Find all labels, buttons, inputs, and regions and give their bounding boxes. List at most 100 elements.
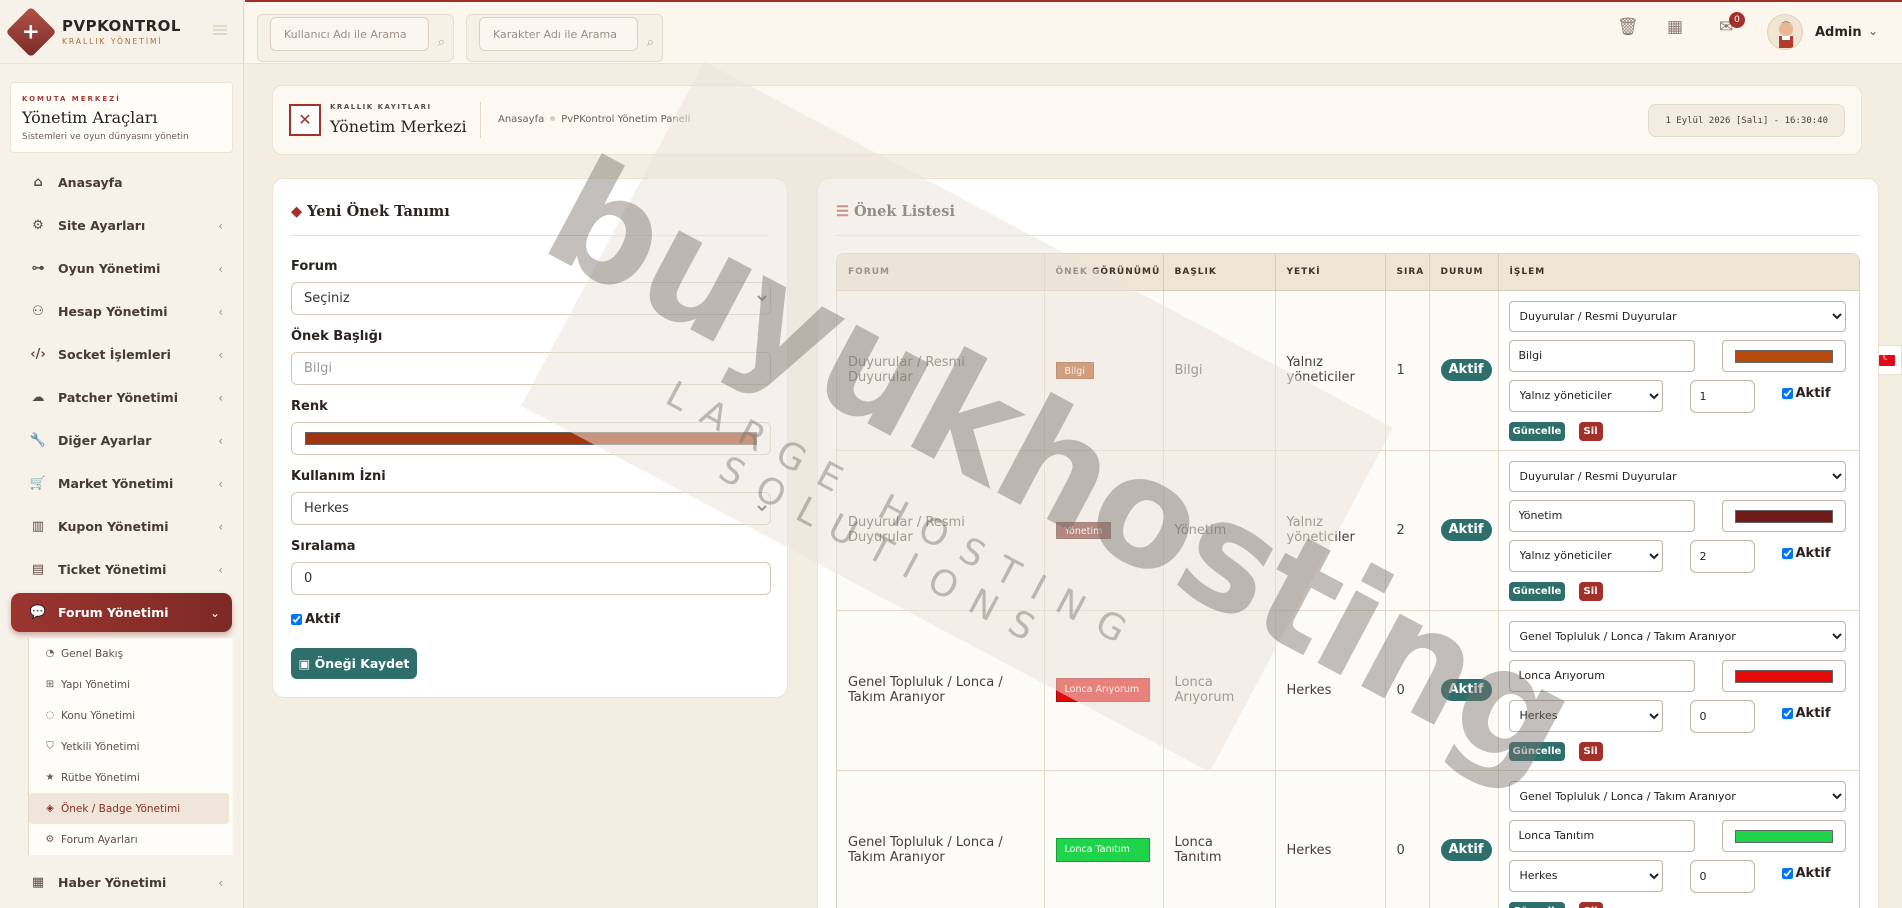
sidebar-item-diger-ayarlar[interactable]: 🔧 Diğer Ayarlar ‹ bbox=[0, 419, 243, 462]
badge-cell: Bilgi bbox=[1044, 290, 1164, 451]
column-header[interactable]: İŞLEM bbox=[1498, 254, 1859, 291]
row-active-checkbox[interactable] bbox=[1781, 867, 1793, 879]
column-header[interactable]: DURUM bbox=[1429, 254, 1499, 291]
row-color-picker[interactable] bbox=[1721, 339, 1846, 372]
sidebar-item-haber-yonetimi[interactable]: ▦ Haber Yönetimi ‹ bbox=[0, 861, 243, 904]
row-active-checkbox-wrap[interactable]: Aktif bbox=[1781, 545, 1831, 561]
subnav-yapi-yonetimi[interactable]: ⊞ Yapı Yönetimi bbox=[29, 669, 233, 700]
prefix-title-label: Önek Başlığı bbox=[291, 329, 383, 344]
row-order-input[interactable] bbox=[1689, 379, 1755, 413]
update-button[interactable]: Güncelle bbox=[1508, 901, 1566, 908]
row-order-input[interactable] bbox=[1689, 859, 1755, 893]
row-color-picker[interactable] bbox=[1721, 499, 1846, 532]
column-header[interactable]: SIRA bbox=[1385, 254, 1430, 291]
trash-icon[interactable]: 🗑 bbox=[1617, 17, 1639, 37]
subnav-label: Yapı Yönetimi bbox=[61, 678, 131, 691]
row-order-input[interactable] bbox=[1689, 539, 1755, 573]
close-icon[interactable]: ✕ bbox=[289, 104, 321, 136]
sidebar-item-socket-islemleri[interactable]: ‹/› Socket İşlemleri ‹ bbox=[0, 333, 243, 376]
row-color-picker[interactable] bbox=[1721, 659, 1846, 692]
user-search-input[interactable] bbox=[270, 17, 429, 51]
table-row: Genel Topluluk / Lonca / Takım Aranıyor … bbox=[837, 770, 1859, 908]
row-active-checkbox[interactable] bbox=[1781, 547, 1793, 559]
chevron-down-icon[interactable]: ⌄ bbox=[1868, 24, 1878, 38]
subnav-rutbe-yonetimi[interactable]: ★ Rütbe Yönetimi bbox=[29, 762, 233, 793]
forum-cell: Genel Topluluk / Lonca / Takım Aranıyor bbox=[837, 770, 1045, 908]
subnav-yetkili-yonetimi[interactable]: ⛉ Yetkili Yönetimi bbox=[29, 731, 233, 762]
order-input[interactable] bbox=[291, 562, 771, 595]
brand-subtitle: KRALLIK YÖNETİMİ bbox=[62, 37, 163, 46]
row-active-checkbox[interactable] bbox=[1781, 387, 1793, 399]
active-checkbox-wrap[interactable]: Aktif bbox=[291, 612, 340, 627]
row-title-input[interactable] bbox=[1508, 499, 1695, 532]
admin-name[interactable]: Admin bbox=[1815, 25, 1862, 40]
save-prefix-button[interactable]: ▣ Öneği Kaydet bbox=[291, 648, 417, 679]
row-forum-select[interactable]: Duyurular / Resmi Duyurular bbox=[1508, 460, 1846, 492]
delete-button[interactable]: Sil bbox=[1578, 581, 1603, 601]
color-picker[interactable] bbox=[291, 422, 771, 455]
row-active-checkbox-wrap[interactable]: Aktif bbox=[1781, 866, 1831, 881]
row-title-input[interactable] bbox=[1508, 339, 1695, 372]
character-search-input[interactable] bbox=[479, 17, 638, 51]
prefix-badge: Yönetim bbox=[1055, 521, 1112, 539]
sidebar-item-kupon-yonetimi[interactable]: ▥ Kupon Yönetimi ‹ bbox=[0, 505, 243, 548]
breadcrumb: Anasayfa PvPKontrol Yönetim Paneli bbox=[498, 114, 690, 125]
row-permission-select[interactable]: Yalnız yöneticiler bbox=[1508, 379, 1663, 412]
brand[interactable]: + PVPKONTROL KRALLIK YÖNETİMİ bbox=[0, 0, 243, 64]
cloud-icon: ☁ bbox=[31, 390, 45, 405]
sidebar-item-site-ayarlari[interactable]: ⚙ Site Ayarları ‹ bbox=[0, 204, 243, 247]
search-icon[interactable]: ⌕ bbox=[647, 35, 654, 50]
forum-select[interactable]: Seçiniz bbox=[291, 282, 771, 315]
row-active-checkbox-wrap[interactable]: Aktif bbox=[1781, 385, 1831, 401]
active-checkbox[interactable] bbox=[291, 614, 302, 625]
subnav-forum-ayarlari[interactable]: ⚙ Forum Ayarları bbox=[29, 824, 233, 855]
delete-button[interactable]: Sil bbox=[1578, 901, 1603, 908]
row-permission-select[interactable]: Yalnız yöneticiler bbox=[1508, 539, 1663, 572]
sidebar-item-oyun-yonetimi[interactable]: ⊶ Oyun Yönetimi ‹ bbox=[0, 247, 243, 290]
row-title-input[interactable] bbox=[1508, 659, 1695, 692]
sidebar-item-market-yonetimi[interactable]: 🛒 Market Yönetimi ‹ bbox=[0, 462, 243, 505]
chevron-left-icon: ‹ bbox=[218, 875, 223, 890]
prefix-title: Yönetim bbox=[1174, 522, 1227, 538]
permission-select[interactable]: Herkes bbox=[291, 492, 771, 525]
sidebar-item-ticket-yonetimi[interactable]: ▤ Ticket Yönetimi ‹ bbox=[0, 548, 243, 591]
row-order-input[interactable] bbox=[1689, 699, 1755, 733]
row-title-input[interactable] bbox=[1508, 819, 1695, 852]
breadcrumb-home[interactable]: Anasayfa bbox=[498, 114, 544, 125]
update-button[interactable]: Güncelle bbox=[1508, 421, 1566, 441]
avatar[interactable] bbox=[1767, 14, 1803, 50]
calendar-icon[interactable]: ▦ bbox=[1667, 17, 1683, 37]
sidebar-item-patcher-yonetimi[interactable]: ☁ Patcher Yönetimi ‹ bbox=[0, 376, 243, 419]
row-active-label: Aktif bbox=[1795, 545, 1831, 561]
order-text: 0 bbox=[1396, 842, 1405, 858]
column-header[interactable]: FORUM bbox=[837, 254, 1045, 291]
subnav-onek-badge-yonetimi[interactable]: ◈ Önek / Badge Yönetimi bbox=[29, 793, 229, 824]
update-button[interactable]: Güncelle bbox=[1508, 581, 1566, 601]
status-cell: Aktif bbox=[1429, 610, 1499, 771]
prefix-title-input[interactable] bbox=[291, 352, 771, 385]
row-permission-select[interactable]: Herkes bbox=[1508, 859, 1663, 892]
row-forum-select[interactable]: Duyurular / Resmi Duyurular bbox=[1508, 300, 1846, 332]
subnav-konu-yonetimi[interactable]: ◌ Konu Yönetimi bbox=[29, 700, 233, 731]
operations-cell: Genel Topluluk / Lonca / Takım Aranıyor … bbox=[1498, 610, 1859, 771]
column-header[interactable]: BAŞLIK bbox=[1163, 254, 1276, 291]
column-header[interactable]: ÖNEK GÖRÜNÜMÜ bbox=[1044, 254, 1164, 291]
subnav-genel-bakis[interactable]: ◔ Genel Bakış bbox=[29, 638, 233, 669]
row-color-picker[interactable] bbox=[1721, 819, 1846, 852]
row-active-checkbox-wrap[interactable]: Aktif bbox=[1781, 706, 1831, 721]
row-forum-select[interactable]: Genel Topluluk / Lonca / Takım Aranıyor bbox=[1508, 780, 1846, 812]
sidebar-item-forum-yonetimi[interactable]: 💬 Forum Yönetimi ⌄ bbox=[11, 593, 232, 632]
delete-button[interactable]: Sil bbox=[1578, 741, 1603, 761]
row-forum-select[interactable]: Genel Topluluk / Lonca / Takım Aranıyor bbox=[1508, 620, 1846, 652]
row-active-checkbox[interactable] bbox=[1781, 707, 1793, 719]
update-button[interactable]: Güncelle bbox=[1508, 741, 1566, 761]
delete-button[interactable]: Sil bbox=[1578, 421, 1603, 441]
search-icon[interactable]: ⌕ bbox=[438, 35, 445, 50]
sidebar-item-hesap-yonetimi[interactable]: ⚇ Hesap Yönetimi ‹ bbox=[0, 290, 243, 333]
column-header[interactable]: YETKİ bbox=[1275, 254, 1386, 291]
sidebar-item-anasayfa[interactable]: ⌂ Anasayfa bbox=[0, 161, 243, 204]
divider bbox=[291, 235, 769, 236]
row-permission-select[interactable]: Herkes bbox=[1508, 699, 1663, 732]
menu-toggle-icon[interactable] bbox=[213, 23, 227, 37]
row-active-label: Aktif bbox=[1795, 385, 1831, 401]
